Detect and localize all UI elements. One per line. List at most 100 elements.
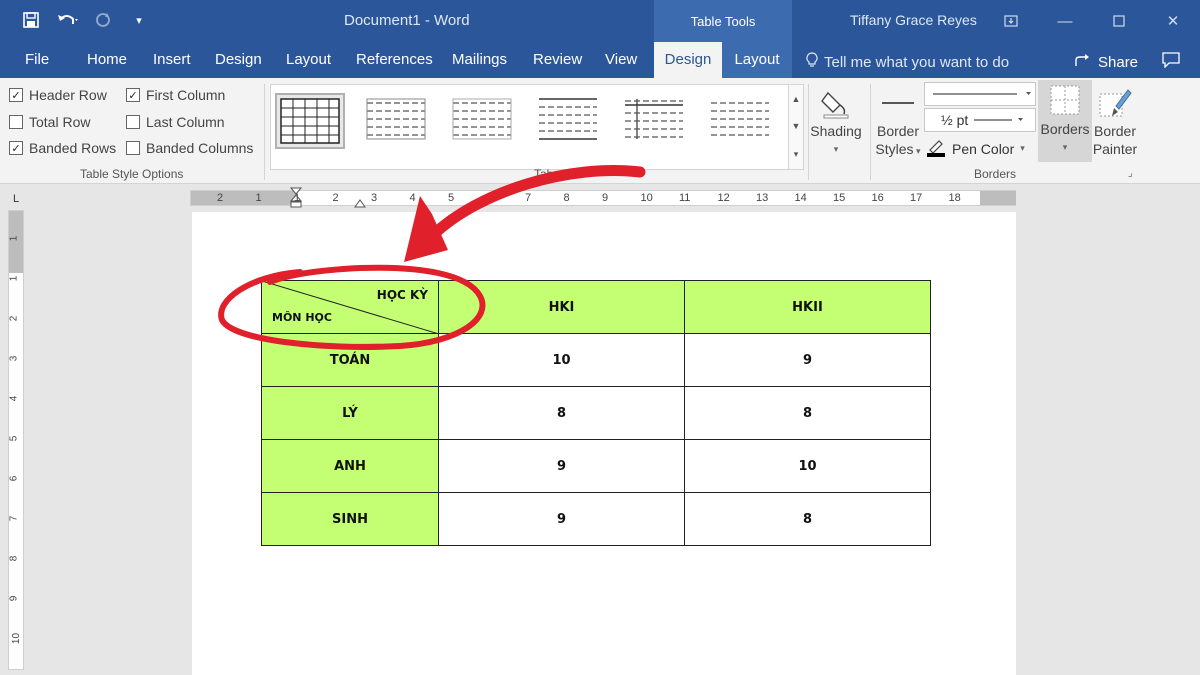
total-row-option[interactable]: Total Row	[9, 114, 90, 130]
tab-selector[interactable]: L	[8, 192, 24, 206]
grade-cell[interactable]: 10	[438, 333, 685, 387]
shading-button[interactable]: Shading ▾	[808, 84, 864, 158]
borders-grid-icon	[1038, 80, 1092, 120]
header-row-checkbox[interactable]: ✓	[9, 88, 23, 102]
borders-dialog-launcher-icon[interactable]: ⌟	[1128, 168, 1133, 179]
line-style-dropdown[interactable]	[924, 82, 1036, 106]
close-icon[interactable]: ✕	[1146, 0, 1200, 42]
tab-mailings[interactable]: Mailings	[452, 42, 507, 78]
grade-cell[interactable]: 8	[684, 492, 931, 546]
horizontal-ruler[interactable]: 2 1 1 2 3 4 5 6 7 8 9 10 11 12 13 14 15 16 17 18	[190, 187, 1016, 208]
table-row: SINH 9 8	[261, 492, 931, 546]
redo-icon[interactable]	[92, 9, 114, 31]
subject-cell[interactable]: TOÁN	[261, 333, 439, 387]
share-button[interactable]: Share	[1074, 52, 1138, 72]
pen-color-button[interactable]: Pen Color ▾	[926, 137, 1025, 160]
paint-bucket-icon	[808, 84, 864, 122]
tab-table-layout[interactable]: Layout	[722, 42, 792, 78]
first-column-checkbox[interactable]: ✓	[126, 88, 140, 102]
user-name[interactable]: Tiffany Grace Reyes	[850, 12, 977, 28]
borders-button[interactable]: Borders ▾	[1038, 80, 1092, 162]
ribbon-display-options-icon[interactable]	[984, 0, 1038, 42]
share-label: Share	[1098, 53, 1139, 71]
ruler-number: 8	[8, 555, 20, 562]
gallery-more-icon[interactable]: ▾	[794, 149, 799, 160]
tab-references[interactable]: References	[356, 42, 433, 78]
ruler-number: 3	[371, 192, 378, 204]
ruler-number: 9	[8, 595, 20, 602]
ruler-number: 4	[409, 192, 416, 204]
ruler-number: 7	[8, 515, 20, 522]
minimize-icon[interactable]: —	[1038, 0, 1092, 42]
first-column-option[interactable]: ✓ First Column	[126, 87, 225, 103]
ruler-number: 18	[948, 192, 961, 204]
tab-file[interactable]: File	[25, 42, 49, 78]
table-style-plain-5[interactable]	[705, 93, 775, 149]
table-row: ANH 9 10	[261, 439, 931, 493]
ruler-number: 7	[525, 192, 532, 204]
grade-cell[interactable]: 9	[438, 492, 685, 546]
grade-cell[interactable]: 10	[684, 439, 931, 493]
tab-layout[interactable]: Layout	[286, 42, 331, 78]
subject-cell[interactable]: ANH	[261, 439, 439, 493]
maximize-icon[interactable]	[1092, 0, 1146, 42]
save-icon[interactable]	[20, 9, 42, 31]
tell-me-box[interactable]: Tell me what you want to do	[806, 52, 1009, 72]
undo-icon[interactable]	[56, 9, 78, 31]
tell-me-text: Tell me what you want to do	[824, 53, 1010, 71]
ruler-margin-left	[191, 191, 295, 205]
ruler-number: 11	[679, 192, 691, 204]
grade-cell[interactable]: 8	[684, 386, 931, 440]
table-style-plain-2[interactable]	[447, 93, 517, 149]
header-cell-hk2[interactable]: HKII	[684, 280, 931, 334]
grade-cell[interactable]: 9	[684, 333, 931, 387]
last-column-checkbox[interactable]	[126, 115, 140, 129]
subject-cell[interactable]: LÝ	[261, 386, 439, 440]
header-cell-hk1[interactable]: HKI	[438, 280, 685, 334]
tab-view[interactable]: View	[605, 42, 637, 78]
banded-rows-checkbox[interactable]: ✓	[9, 141, 23, 155]
scroll-down-icon[interactable]: ▼	[792, 121, 801, 131]
grade-cell[interactable]: 8	[438, 386, 685, 440]
total-row-checkbox[interactable]	[9, 115, 23, 129]
vertical-ruler[interactable]: 1 1 2 3 4 5 6 7 8 9 10	[8, 210, 24, 670]
border-styles-button[interactable]: Border Styles ▾	[872, 84, 924, 160]
ruler-margin-right	[980, 191, 1016, 205]
customize-toolbar-icon[interactable]: ▾	[128, 9, 150, 31]
table-style-plain-1[interactable]	[361, 93, 431, 149]
table-styles-gallery-scroll[interactable]: ▲ ▼ ▾	[788, 84, 804, 170]
table-style-plain-4[interactable]	[619, 93, 689, 149]
banded-columns-checkbox[interactable]	[126, 141, 140, 155]
banded-columns-option[interactable]: Banded Columns	[126, 140, 253, 156]
table-styles-gallery	[270, 84, 790, 170]
semester-header-label: HỌC KỲ	[376, 288, 428, 302]
grade-cell[interactable]: 9	[438, 439, 685, 493]
shading-dropdown-icon: ▾	[833, 144, 839, 154]
ruler-number: 10	[11, 632, 23, 645]
table-style-plain-3[interactable]	[533, 93, 603, 149]
borders-group-label: Borders	[974, 167, 1017, 181]
header-row-option[interactable]: ✓ Header Row	[9, 87, 107, 103]
line-weight-dropdown[interactable]: ½ pt	[924, 108, 1036, 132]
tab-design[interactable]: Design	[215, 42, 262, 78]
last-column-option[interactable]: Last Column	[126, 114, 225, 130]
ruler-number: 2	[332, 192, 339, 204]
table-tools-context-label: Table Tools	[654, 0, 792, 42]
subject-cell[interactable]: SINH	[261, 492, 439, 546]
ruler-number: 1	[8, 235, 20, 242]
grades-table[interactable]: HỌC KỲ MÔN HỌC HKI HKII TOÁN 10 9 LÝ 8 8…	[261, 280, 931, 546]
table-style-grid-selected[interactable]	[275, 93, 345, 149]
border-painter-button[interactable]: Border Painter	[1092, 84, 1138, 158]
tab-table-design[interactable]: Design	[654, 42, 722, 78]
tab-insert[interactable]: Insert	[153, 42, 191, 78]
diagonal-header-cell[interactable]: HỌC KỲ MÔN HỌC	[261, 280, 439, 334]
comments-icon[interactable]	[1162, 52, 1180, 73]
tab-review[interactable]: Review	[533, 42, 582, 78]
hanging-indent-marker-icon[interactable]	[354, 195, 366, 213]
group-divider	[264, 84, 265, 180]
ribbon-tabs: File Home Insert Design Layout Reference…	[0, 42, 1200, 78]
tab-home[interactable]: Home	[87, 42, 127, 78]
banded-rows-option[interactable]: ✓ Banded Rows	[9, 140, 116, 156]
scroll-up-icon[interactable]: ▲	[792, 94, 801, 104]
lightbulb-icon	[806, 52, 818, 72]
